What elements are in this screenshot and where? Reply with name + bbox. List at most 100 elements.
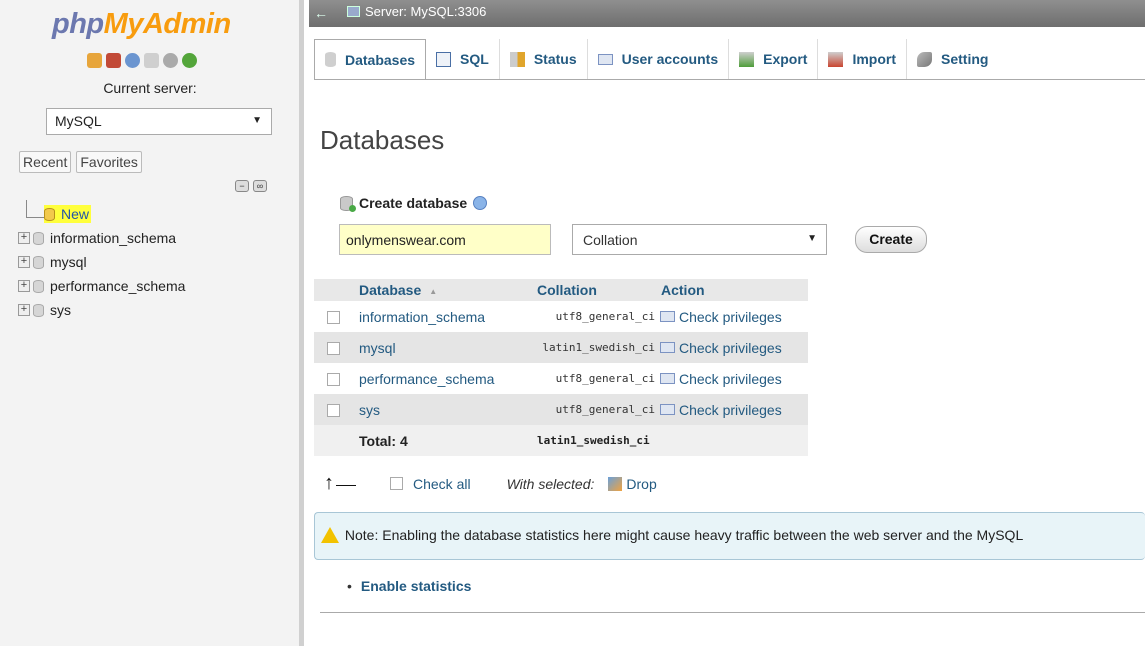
recent-button[interactable]: Recent: [19, 151, 72, 173]
table-row: mysql latin1_swedish_ci Check privileges: [314, 332, 808, 363]
navigation-icon-bar: [87, 53, 197, 71]
check-privileges-link[interactable]: Check privileges: [659, 363, 808, 394]
tab-import[interactable]: Import: [818, 39, 908, 79]
check-all-label[interactable]: Check all: [413, 476, 471, 492]
tab-label: SQL: [460, 51, 489, 67]
export-icon: [739, 51, 755, 67]
main-tabs: Databases SQL Status User accounts Expor…: [314, 39, 1145, 80]
table-footer-row: Total: 4 latin1_swedish_ci: [314, 425, 808, 456]
check-all-checkbox[interactable]: [390, 477, 403, 490]
arrow-up-icon: ↑: [324, 472, 384, 495]
collapse-all-icon[interactable]: −: [235, 180, 249, 192]
enable-statistics-link[interactable]: Enable statistics: [361, 578, 472, 594]
tab-export[interactable]: Export: [729, 39, 819, 79]
tree-item-sys[interactable]: + sys: [18, 298, 185, 322]
server-icon: [347, 6, 360, 17]
database-name-input[interactable]: [339, 224, 551, 255]
documentation-icon[interactable]: [144, 53, 159, 68]
help-icon[interactable]: [125, 53, 140, 68]
database-icon: [33, 231, 44, 245]
new-highlight: New: [44, 205, 92, 223]
privileges-icon: [660, 311, 675, 323]
drop-button[interactable]: Drop: [626, 476, 656, 492]
logout-icon[interactable]: [106, 53, 121, 68]
tab-user-accounts[interactable]: User accounts: [588, 39, 730, 79]
tree-item-performance-schema[interactable]: + performance_schema: [18, 274, 185, 298]
warning-icon: [321, 527, 339, 543]
tab-sql[interactable]: SQL: [426, 39, 500, 79]
help-icon[interactable]: [473, 196, 488, 210]
page-title: Databases: [320, 125, 445, 155]
gear-icon[interactable]: [163, 53, 178, 68]
drop-icon: [608, 476, 623, 491]
check-privileges-link[interactable]: Check privileges: [659, 394, 808, 425]
tab-settings[interactable]: Setting: [907, 39, 998, 79]
tree-item-new[interactable]: New: [44, 202, 185, 226]
collation-cell: utf8_general_ci: [555, 403, 655, 416]
database-icon: [325, 52, 336, 67]
reload-icon[interactable]: [182, 53, 197, 68]
column-header-collation[interactable]: Collation: [524, 279, 659, 301]
bullet: •: [347, 578, 352, 594]
logo-myadmin: MyAdmin: [103, 8, 232, 40]
table-row: sys utf8_general_ci Check privileges: [314, 394, 808, 425]
tab-status[interactable]: Status: [500, 39, 588, 79]
database-tree: New + information_schema + mysql + perfo…: [18, 202, 185, 322]
tab-label: Export: [763, 51, 808, 67]
expand-icon[interactable]: +: [18, 256, 30, 268]
column-header-action: Action: [661, 282, 705, 298]
create-button[interactable]: Create: [855, 226, 927, 253]
privileges-icon: [660, 404, 675, 416]
collation-select-value: Collation: [583, 232, 638, 248]
expand-icon[interactable]: +: [18, 304, 30, 316]
table-row: information_schema utf8_general_ci Check…: [314, 301, 808, 332]
phpmyadmin-logo[interactable]: phpMyAdmin: [52, 8, 231, 41]
row-checkbox[interactable]: [327, 404, 340, 418]
check-privileges-link[interactable]: Check privileges: [659, 332, 808, 363]
server-select[interactable]: MySQL ▼: [46, 108, 272, 135]
link-icon[interactable]: ∞: [253, 180, 267, 192]
tree-item-mysql[interactable]: + mysql: [18, 250, 185, 274]
row-checkbox[interactable]: [327, 311, 340, 325]
new-database-icon: [44, 207, 55, 221]
database-icon: [33, 255, 44, 269]
expand-icon[interactable]: +: [18, 232, 30, 244]
collapse-arrow-icon[interactable]: ←: [314, 5, 328, 21]
favorites-button[interactable]: Favorites: [76, 151, 142, 173]
databases-table: Database ▲ Collation Action information_s…: [314, 279, 808, 456]
chevron-down-icon: ▼: [807, 233, 817, 244]
row-checkbox[interactable]: [327, 373, 340, 387]
home-icon[interactable]: [87, 53, 102, 68]
database-name-link[interactable]: performance_schema: [359, 363, 524, 394]
tree-item-information-schema[interactable]: + information_schema: [18, 226, 185, 250]
table-header-row: Database ▲ Collation Action: [314, 279, 808, 301]
database-name-link[interactable]: sys: [359, 394, 524, 425]
collation-select[interactable]: Collation ▼: [572, 224, 827, 255]
privileges-icon: [660, 373, 675, 385]
statistics-note: Note: Enabling the database statistics h…: [314, 512, 1145, 560]
tree-item-label: mysql: [50, 254, 87, 270]
status-chart-icon: [509, 51, 525, 67]
tree-item-label: sys: [50, 302, 71, 318]
table-row: performance_schema utf8_general_ci Check…: [314, 363, 808, 394]
bulk-actions-row: ↑ Check all With selected: Drop: [324, 472, 657, 495]
expand-icon[interactable]: +: [18, 280, 30, 292]
row-checkbox[interactable]: [327, 342, 340, 356]
tab-label: Databases: [345, 51, 416, 68]
database-name-link[interactable]: mysql: [359, 332, 524, 363]
note-text: Note: Enabling the database statistics h…: [344, 527, 1024, 543]
total-count: Total: 4: [359, 432, 408, 449]
database-icon: [33, 303, 44, 317]
server-breadcrumb[interactable]: Server: MySQL:3306: [347, 4, 486, 19]
column-header-database[interactable]: Database ▲: [359, 279, 524, 301]
check-privileges-link[interactable]: Check privileges: [659, 301, 808, 332]
logo-php: php: [52, 8, 104, 40]
database-name-link[interactable]: information_schema: [359, 301, 524, 332]
tab-label: Status: [533, 51, 577, 67]
import-icon: [828, 51, 844, 67]
current-server-label: Current server:: [103, 80, 197, 96]
tree-item-label: performance_schema: [50, 278, 186, 294]
server-select-value: MySQL: [55, 113, 102, 129]
tab-databases[interactable]: Databases: [314, 39, 427, 79]
recent-favorites-tabs: Recent Favorites: [19, 151, 142, 173]
